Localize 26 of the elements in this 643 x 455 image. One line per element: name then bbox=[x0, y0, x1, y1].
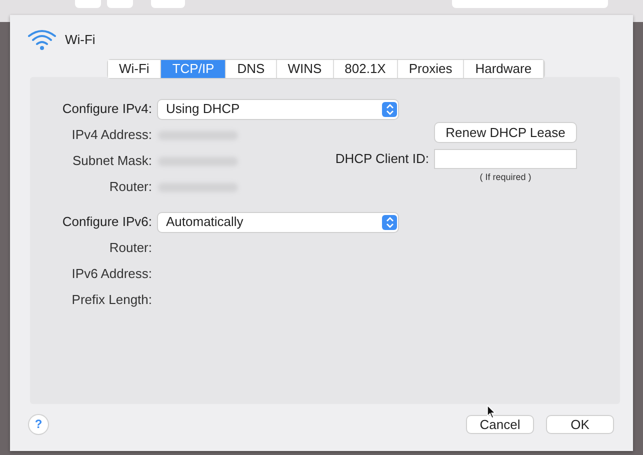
field-label: Prefix Length: bbox=[70, 291, 152, 310]
interface-name: Wi-Fi bbox=[65, 31, 96, 50]
forward-button[interactable] bbox=[107, 0, 133, 8]
field-label: Subnet Mask: bbox=[72, 152, 152, 170]
cursor-icon bbox=[487, 405, 496, 419]
dialog-button[interactable]: OK bbox=[547, 416, 613, 433]
wifi-icon bbox=[27, 29, 57, 51]
field-label: DHCP Client ID: bbox=[335, 150, 429, 168]
popup-menu[interactable]: Using DHCP bbox=[158, 100, 398, 118]
renew-dhcp-lease-button[interactable]: Renew DHCP Lease bbox=[435, 123, 576, 142]
field-label: Configure IPv4: bbox=[61, 100, 152, 118]
grid-button[interactable] bbox=[151, 0, 185, 8]
field-label: IPv6 Address: bbox=[70, 265, 152, 284]
dialog-button[interactable]: Cancel bbox=[467, 416, 533, 433]
stepper-icon bbox=[382, 214, 397, 230]
field-label: Router: bbox=[108, 239, 152, 258]
field-label: Configure IPv6: bbox=[61, 213, 152, 232]
back-button[interactable] bbox=[75, 0, 101, 8]
popup-menu[interactable]: Automatically bbox=[158, 212, 398, 232]
client-id-input[interactable] bbox=[435, 150, 576, 168]
tab[interactable]: Wi-Fi bbox=[108, 60, 162, 78]
field-label: IPv4 Address: bbox=[70, 126, 152, 144]
hint-text: ( If required ) bbox=[478, 170, 532, 184]
field-label: Router: bbox=[108, 178, 152, 196]
search-field[interactable] bbox=[452, 0, 608, 8]
stepper-icon bbox=[382, 102, 397, 116]
